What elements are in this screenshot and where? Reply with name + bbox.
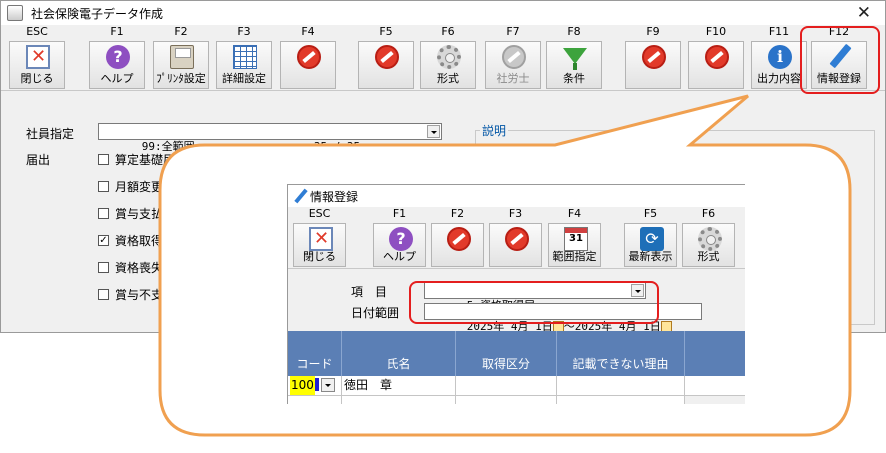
item-date-highlight	[409, 281, 659, 324]
col-header-code[interactable]: コード	[288, 331, 342, 376]
gear-icon	[698, 227, 722, 251]
col-header-name[interactable]: 氏名	[342, 331, 456, 376]
toolbar-button-f3[interactable]: F3	[486, 207, 545, 269]
cell-reason[interactable]	[557, 376, 685, 396]
toolbar-button-esc[interactable]: ESC 閉じる	[290, 207, 349, 269]
esc-button-face[interactable]: 閉じる	[293, 223, 346, 267]
dialog-title: 情報登録	[310, 189, 359, 204]
table-row	[456, 396, 557, 404]
f3-button-face[interactable]	[489, 223, 542, 267]
pencil-icon	[294, 189, 308, 203]
col-header-extra	[685, 331, 745, 376]
function-key-label: F5	[643, 207, 658, 220]
no-entry-icon	[447, 227, 471, 251]
calendar-icon: 31	[564, 227, 588, 251]
function-key-label: F4	[567, 207, 582, 220]
toolbar-button-label: ヘルプ	[383, 250, 416, 263]
no-entry-icon	[505, 227, 529, 251]
function-key-label: F6	[701, 207, 716, 220]
item-label: 項 目	[351, 285, 388, 299]
date-range-label: 日付範囲	[351, 306, 400, 320]
toolbar-button-label: 最新表示	[628, 250, 673, 263]
refresh-icon: ⟳	[640, 227, 664, 251]
chevron-down-icon[interactable]	[320, 378, 335, 392]
exit-icon	[309, 227, 333, 251]
toolbar-button-f4[interactable]: F4 31 範囲指定	[545, 207, 604, 269]
table-row	[557, 396, 685, 404]
dialog-title-bar: 情報登録	[288, 185, 745, 207]
cell-extra[interactable]	[685, 376, 745, 396]
function-key-label: ESC	[308, 207, 331, 220]
text-cursor	[314, 378, 319, 391]
help-icon: ?	[389, 227, 413, 251]
toolbar-button-f5[interactable]: F5 ⟳ 最新表示	[621, 207, 680, 269]
f2-button-face[interactable]	[431, 223, 484, 267]
cell-acquisition-type[interactable]	[456, 376, 557, 396]
table-row	[288, 396, 342, 404]
toolbar-button-f6[interactable]: F6 形式	[679, 207, 738, 269]
toolbar-button-label: 閉じる	[303, 250, 336, 263]
cell-name[interactable]: 徳田 章	[342, 376, 456, 396]
f6-button-face[interactable]: 形式	[682, 223, 735, 267]
dialog-toolbar: ESC閉じるF1?ヘルプF2F3F431範囲指定F5⟳最新表示F6形式	[288, 207, 745, 269]
function-key-label: F1	[392, 207, 407, 220]
col-header-reason[interactable]: 記載できない理由	[557, 331, 685, 376]
f4-button-face[interactable]: 31 範囲指定	[548, 223, 601, 267]
cell-code[interactable]: 100	[288, 376, 342, 396]
f5-button-face[interactable]: ⟳ 最新表示	[624, 223, 677, 267]
toolbar-button-f1[interactable]: F1? ヘルプ	[370, 207, 429, 269]
f1-button-face[interactable]: ? ヘルプ	[373, 223, 426, 267]
function-key-label: F2	[450, 207, 465, 220]
col-header-acquisition-type[interactable]: 取得区分	[456, 331, 557, 376]
toolbar-button-label: 形式	[697, 250, 720, 263]
toolbar-button-label: 範囲指定	[552, 250, 597, 263]
table-row	[342, 396, 456, 404]
function-key-label: F3	[508, 207, 523, 220]
toolbar-button-f2[interactable]: F2	[428, 207, 487, 269]
code-value[interactable]: 100	[290, 376, 315, 395]
